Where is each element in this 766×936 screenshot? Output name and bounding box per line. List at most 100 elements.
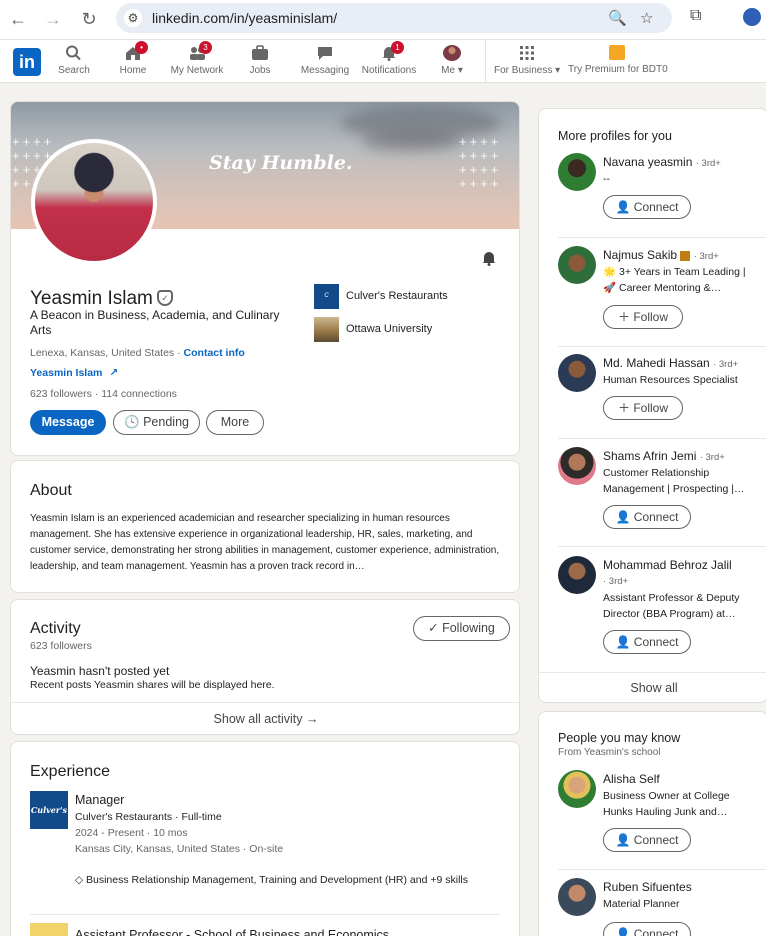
briefcase-icon: [251, 45, 269, 61]
suggested-profile[interactable]: Navana yeasmin · 3rd+ -- 👤 Connect: [558, 153, 760, 223]
people-you-may-know-card: People you may know From Yeasmin's schoo…: [538, 711, 766, 936]
add-person-icon: 👤: [615, 833, 631, 847]
experience-title: Experience: [30, 763, 111, 780]
about-text: Yeasmin Islam is an experienced academic…: [30, 513, 500, 572]
profile-name: Yeasmin Islam: [30, 288, 153, 309]
activity-followers: 623 followers: [30, 640, 92, 652]
verified-shield-icon[interactable]: ✓: [157, 290, 173, 306]
apps-grid-icon: [518, 45, 536, 61]
more-profiles-title: More profiles for you: [558, 129, 672, 143]
nav-home[interactable]: • Home: [116, 41, 150, 83]
suggested-profile[interactable]: Mohammad Behroz Jalil · 3rd+ Assistant P…: [558, 556, 760, 656]
connect-button[interactable]: 👤 Connect: [603, 195, 691, 219]
notification-bell-icon[interactable]: [481, 250, 497, 271]
browser-profile-icon[interactable]: [743, 8, 761, 26]
me-avatar: [443, 45, 461, 61]
website-link[interactable]: Yeasmin Islam ↗: [30, 367, 118, 379]
avatar[interactable]: [558, 447, 596, 485]
contact-info-link[interactable]: Contact info: [184, 347, 245, 359]
experience-skills[interactable]: ◇ Business Relationship Management, Trai…: [75, 872, 495, 888]
reload-icon[interactable]: ↻: [78, 8, 100, 30]
nav-try-premium[interactable]: Try Premium for BDT0: [568, 45, 668, 83]
address-bar[interactable]: ⚙ linkedin.com/in/yeasminislam/ 🔍 ☆: [116, 3, 672, 33]
add-person-icon: 👤: [615, 510, 631, 524]
bookmark-star-icon[interactable]: ☆: [640, 9, 653, 27]
connect-button[interactable]: 👤 Connect: [603, 630, 691, 654]
connections-count[interactable]: 114 connections: [101, 388, 177, 400]
forward-icon[interactable]: →: [42, 8, 64, 30]
following-button[interactable]: ✓ Following: [413, 616, 510, 641]
site-settings-icon[interactable]: ⚙: [124, 9, 142, 27]
home-badge: •: [135, 41, 148, 54]
add-person-icon: 👤: [615, 635, 631, 649]
culvers-logo: C: [314, 283, 339, 309]
home-icon: •: [124, 41, 148, 61]
nav-me[interactable]: Me ▾: [437, 45, 467, 83]
more-profiles-card: More profiles for you Navana yeasmin · 3…: [538, 108, 766, 703]
org-ottawa-university[interactable]: Ottawa University: [314, 316, 432, 342]
notifications-badge: 1: [391, 41, 404, 54]
search-icon: [65, 45, 83, 61]
pymk-title: People you may know: [558, 731, 681, 745]
activity-empty-title: Yeasmin hasn't posted yet: [30, 664, 170, 678]
checkmark-icon: ✓: [428, 621, 439, 635]
culvers-company-logo[interactable]: Culver's: [30, 791, 68, 829]
avatar[interactable]: [558, 246, 596, 284]
linkedin-logo[interactable]: in: [13, 48, 41, 76]
suggested-profile[interactable]: Md. Mahedi Hassan · 3rd+ Human Resources…: [558, 354, 760, 429]
nav-search[interactable]: Search: [55, 45, 93, 83]
nav-for-business[interactable]: For Business ▾: [494, 45, 560, 83]
ottawa-university-logo: [314, 316, 339, 342]
avatar[interactable]: [558, 770, 596, 808]
banner-slogan: Stay Humble.: [209, 152, 353, 174]
diamond-skill-icon: ◇: [75, 874, 84, 886]
experience-role-2: Assistant Professor - School of Business…: [75, 928, 390, 936]
profile-stats: 623 followers · 114 connections: [30, 388, 177, 400]
profile-photo[interactable]: [31, 139, 157, 265]
plus-icon: ＋: [617, 401, 630, 415]
avatar[interactable]: [558, 153, 596, 191]
suggested-profile[interactable]: Alisha Self Business Owner at College Hu…: [558, 770, 760, 860]
suggested-profile[interactable]: Ruben Sifuentes Material Planner 👤 Conne…: [558, 878, 760, 936]
suggested-profile[interactable]: Shams Afrin Jemi · 3rd+ Customer Relatio…: [558, 447, 760, 532]
experience-company: Culver's Restaurants · Full-time: [75, 811, 222, 823]
add-person-icon: 👤: [615, 927, 631, 936]
plus-icon: ＋: [617, 310, 630, 324]
pymk-subtitle: From Yeasmin's school: [558, 747, 661, 758]
connect-button[interactable]: 👤 Connect: [603, 505, 691, 529]
pending-button[interactable]: 🕓 Pending: [113, 410, 200, 435]
show-all-profiles-link[interactable]: Show all: [539, 673, 766, 702]
avatar[interactable]: [558, 556, 596, 594]
back-icon[interactable]: ←: [7, 8, 29, 30]
activity-title: Activity: [30, 620, 81, 637]
clock-icon: 🕓: [124, 415, 140, 429]
suggested-profile[interactable]: Najmus Sakib · 3rd+ 🌟 3+ Years in Team L…: [558, 246, 760, 336]
url-text[interactable]: linkedin.com/in/yeasminislam/: [152, 10, 337, 26]
connect-button[interactable]: 👤 Connect: [603, 922, 691, 936]
linkedin-navbar: in Search • Home 3 My Network Jobs Messa…: [0, 40, 766, 83]
nav-messaging[interactable]: Messaging: [300, 45, 350, 83]
experience-role: Manager: [75, 793, 125, 807]
people-icon: 3: [188, 41, 212, 61]
ottawa-company-logo[interactable]: [30, 923, 68, 936]
premium-badge-icon: [680, 250, 691, 261]
zoom-icon[interactable]: 🔍: [608, 9, 627, 27]
about-title: About: [30, 482, 72, 499]
external-link-icon: ↗: [109, 367, 119, 379]
follow-button[interactable]: ＋ Follow: [603, 305, 683, 329]
experience-card: Experience Culver's Manager Culver's Res…: [10, 741, 520, 936]
nav-notifications[interactable]: 1 Notifications: [360, 41, 418, 83]
more-button[interactable]: More: [206, 410, 264, 435]
message-button[interactable]: Message: [30, 410, 106, 435]
avatar[interactable]: [558, 354, 596, 392]
bell-icon: 1: [380, 41, 404, 61]
org-culvers[interactable]: C Culver's Restaurants: [314, 283, 448, 309]
nav-jobs[interactable]: Jobs: [247, 45, 273, 83]
avatar[interactable]: [558, 878, 596, 916]
activity-card: Activity 623 followers ✓ Following Yeasm…: [10, 599, 520, 735]
extensions-icon[interactable]: ⧉: [690, 7, 701, 25]
nav-my-network[interactable]: 3 My Network: [168, 41, 226, 83]
show-all-activity-link[interactable]: Show all activity →: [11, 703, 519, 734]
connect-button[interactable]: 👤 Connect: [603, 828, 691, 852]
follow-button[interactable]: ＋ Follow: [603, 396, 683, 420]
